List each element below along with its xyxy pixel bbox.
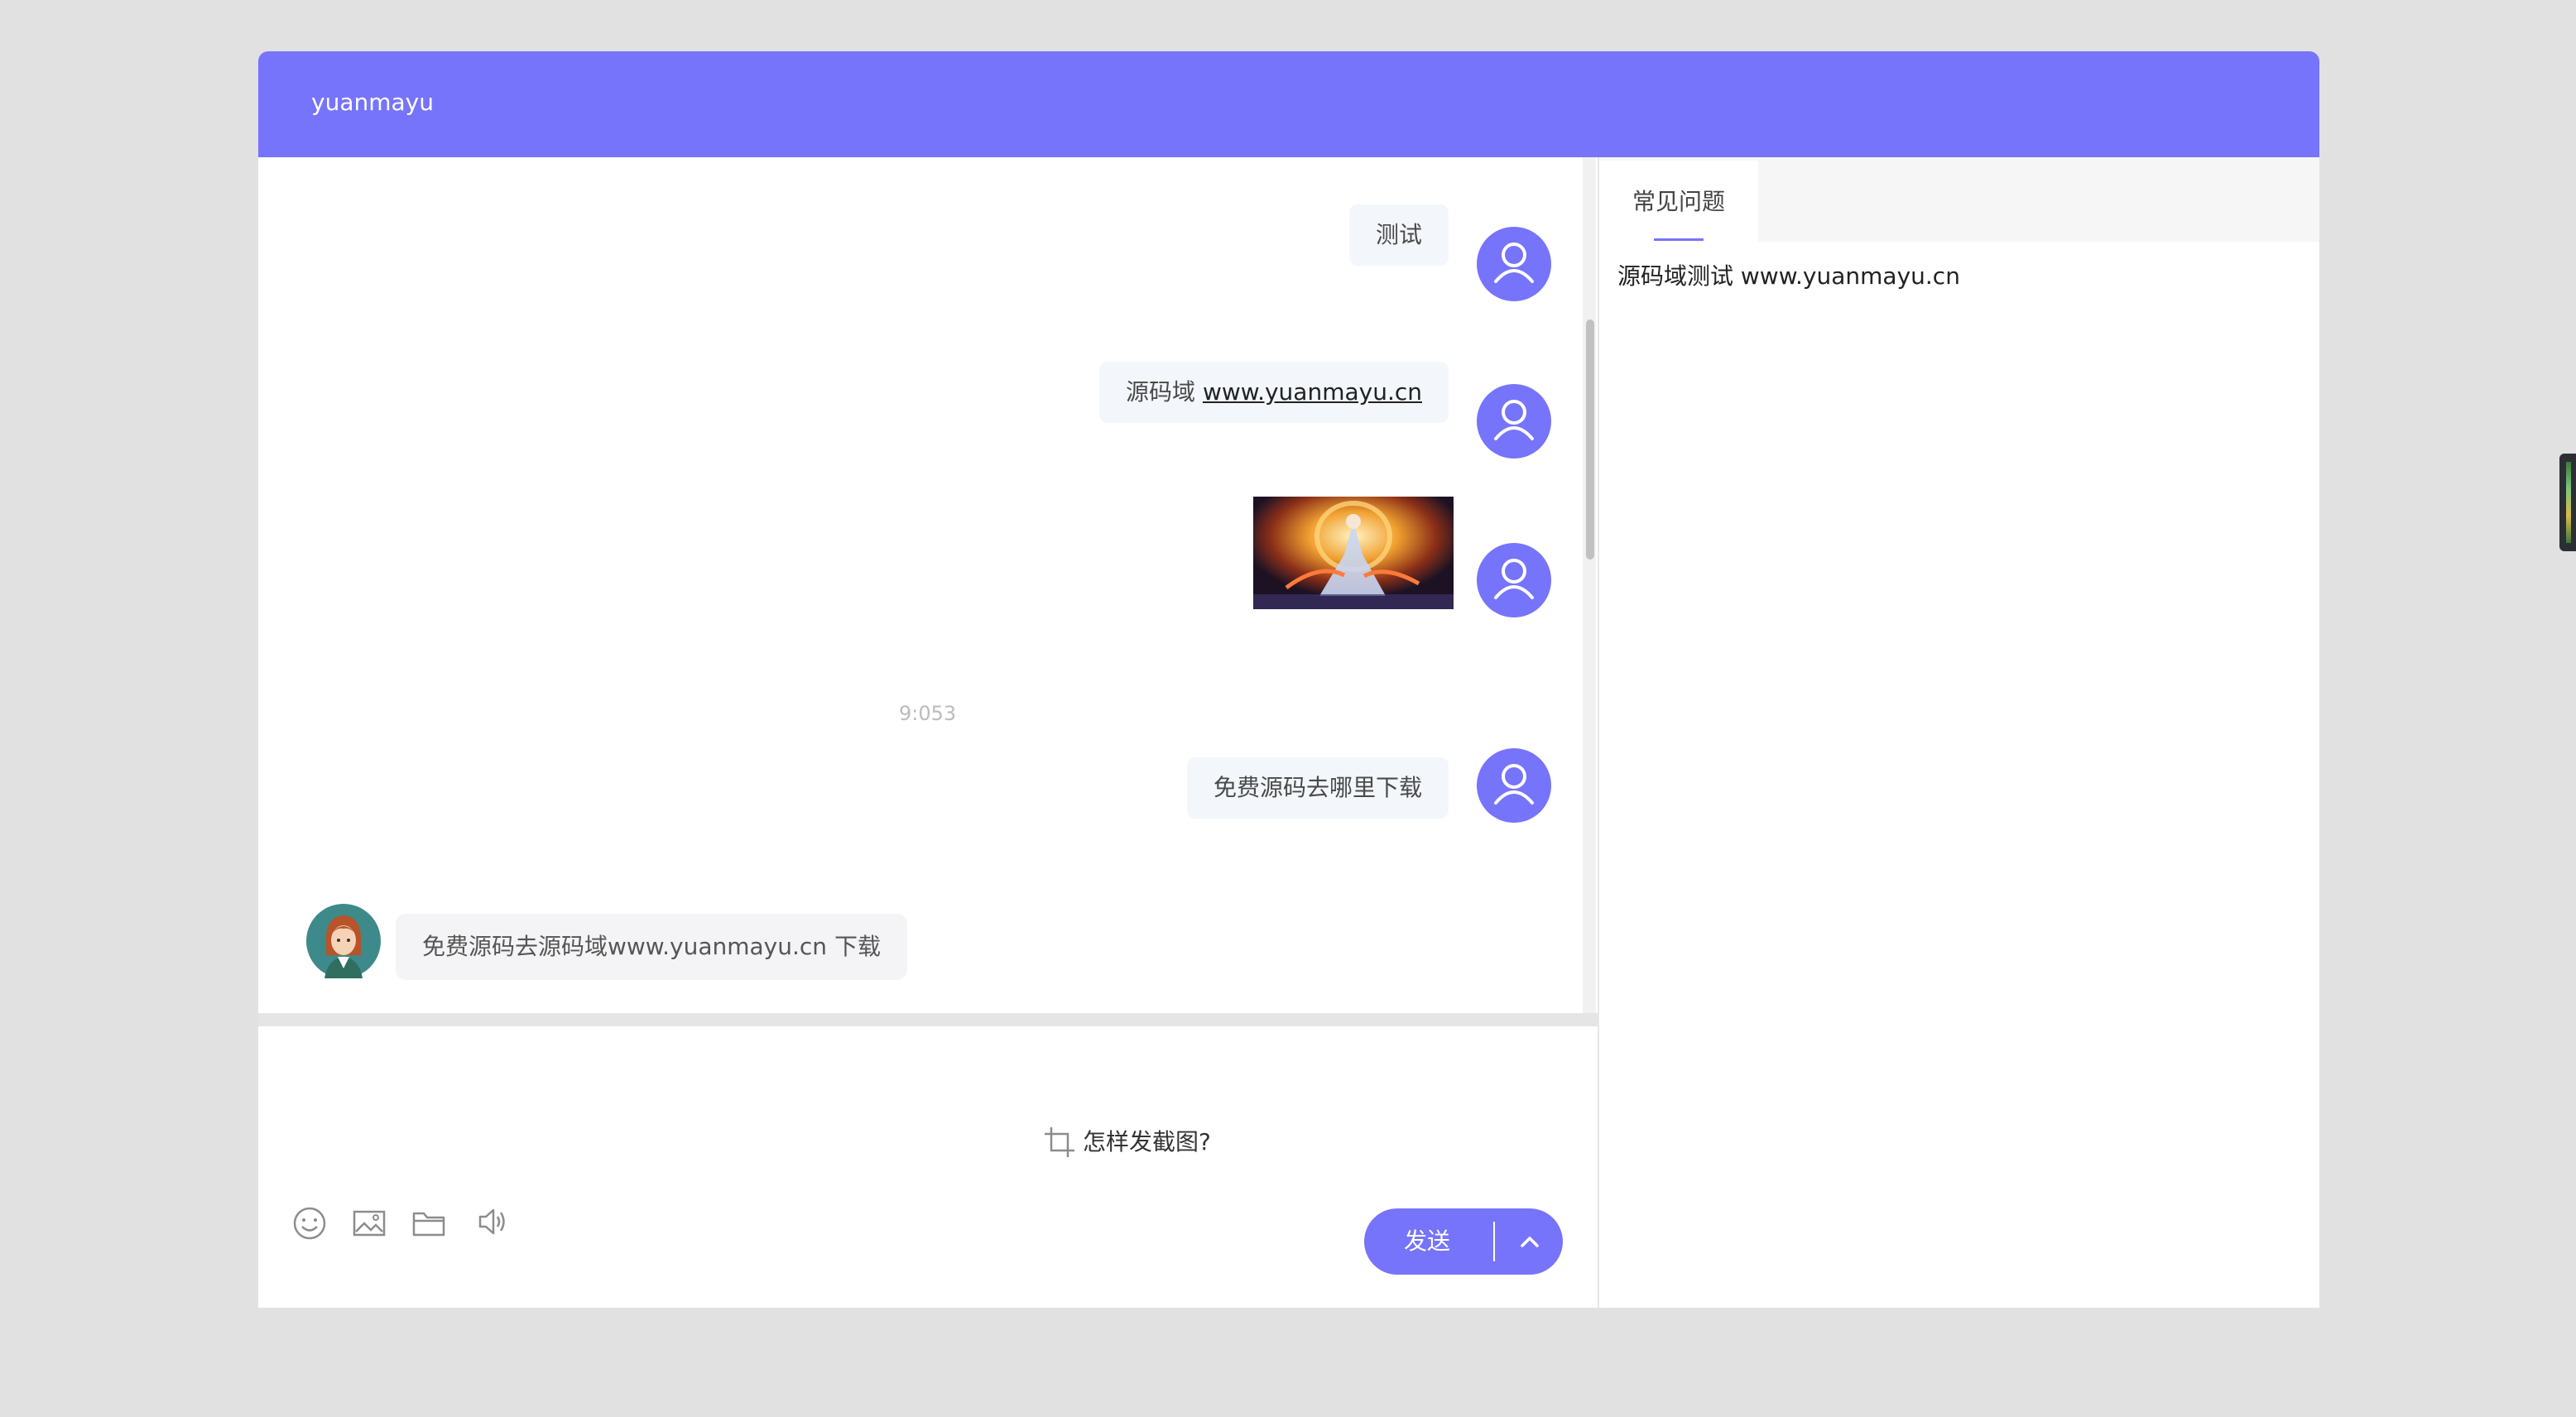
tab-faq[interactable]: 常见问题 bbox=[1599, 161, 1758, 242]
user-message-bubble: 免费源码去哪里下载 bbox=[1186, 757, 1449, 819]
volume-icon[interactable] bbox=[475, 1203, 512, 1240]
message-text: 免费源码去哪里下载 bbox=[1213, 774, 1422, 801]
agent-avatar-image bbox=[306, 904, 381, 978]
crop-icon bbox=[1045, 1127, 1074, 1157]
user-avatar bbox=[1477, 748, 1551, 823]
faq-tabbar: 常见问题 bbox=[1599, 157, 2319, 242]
side-widget-handle[interactable] bbox=[2559, 454, 2576, 551]
user-message-bubble: 测试 bbox=[1348, 204, 1449, 266]
user-avatar bbox=[1477, 384, 1551, 459]
tab-active-indicator bbox=[1654, 238, 1704, 241]
emoji-icon[interactable] bbox=[291, 1205, 328, 1242]
message-text: 免费源码去源码域www.yuanmayu.cn 下载 bbox=[422, 933, 881, 960]
send-button[interactable]: 发送 bbox=[1364, 1208, 1563, 1275]
user-message-bubble: 源码域 www.yuanmayu.cn bbox=[1099, 362, 1449, 423]
side-widget-meter bbox=[2566, 462, 2571, 543]
user-icon bbox=[1494, 243, 1534, 283]
screenshot-help-label: 怎样发截图? bbox=[1083, 1128, 1211, 1155]
chat-window: yuanmayu 测试 源码域 www.yuanmayu.cn 9:053 免费… bbox=[258, 51, 2319, 1308]
header-title: yuanmayu bbox=[311, 89, 434, 116]
user-icon bbox=[1494, 764, 1534, 805]
message-text: 测试 bbox=[1375, 221, 1422, 248]
scrollbar-thumb[interactable] bbox=[1586, 319, 1594, 560]
chat-header: yuanmayu bbox=[258, 51, 2319, 157]
message-image[interactable] bbox=[1253, 497, 1454, 609]
screenshot-help[interactable]: 怎样发截图? bbox=[1041, 1122, 1211, 1162]
faq-panel: 常见问题 源码域测试 www.yuanmayu.cn bbox=[1599, 157, 2319, 1308]
agent-avatar bbox=[306, 904, 381, 978]
send-button-divider bbox=[1493, 1222, 1495, 1261]
user-avatar bbox=[1477, 227, 1551, 301]
user-avatar bbox=[1477, 543, 1551, 617]
tab-faq-label: 常见问题 bbox=[1632, 188, 1726, 215]
input-divider bbox=[258, 1013, 1598, 1026]
faq-content: 源码域测试 www.yuanmayu.cn bbox=[1617, 262, 1960, 290]
message-text: 源码域 bbox=[1126, 378, 1203, 406]
chevron-up-icon[interactable] bbox=[1513, 1227, 1546, 1256]
agent-message-bubble: 免费源码去源码域www.yuanmayu.cn 下载 bbox=[396, 914, 907, 980]
message-timestamp: 9:053 bbox=[899, 702, 957, 725]
user-icon bbox=[1494, 559, 1534, 599]
image-icon[interactable] bbox=[351, 1205, 387, 1242]
folder-icon[interactable] bbox=[411, 1205, 447, 1242]
send-button-label: 发送 bbox=[1404, 1227, 1451, 1255]
message-list[interactable]: 测试 源码域 www.yuanmayu.cn 9:053 免费源码去哪里下载 免… bbox=[258, 157, 1596, 1013]
user-icon bbox=[1494, 400, 1534, 440]
chat-scrollbar[interactable] bbox=[1583, 157, 1596, 1013]
image-content bbox=[1253, 497, 1454, 609]
message-link[interactable]: www.yuanmayu.cn bbox=[1203, 378, 1422, 406]
